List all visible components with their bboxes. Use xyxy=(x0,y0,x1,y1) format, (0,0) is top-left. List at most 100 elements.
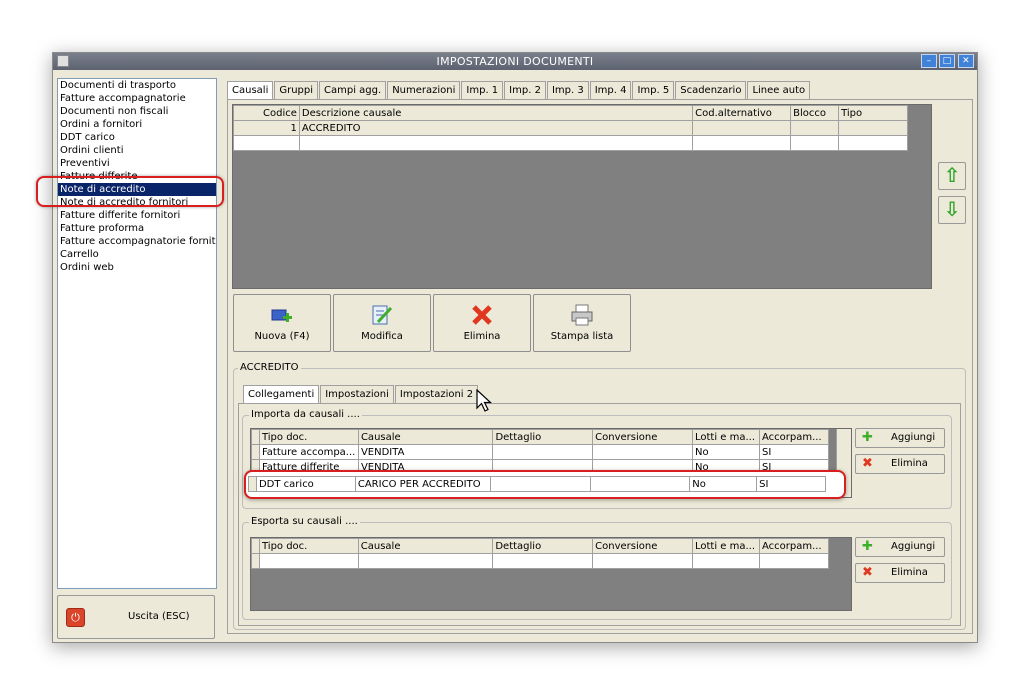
list-item[interactable]: Ordini web xyxy=(58,261,216,274)
list-item[interactable]: Fatture proforma xyxy=(58,222,216,235)
col-header[interactable]: Accorpam... xyxy=(758,538,830,554)
import-group-title: Importa da causali .... xyxy=(249,409,362,420)
col-header[interactable]: Dettaglio xyxy=(492,429,594,445)
tab-causali[interactable]: Causali xyxy=(227,81,274,101)
document-type-list[interactable]: Documenti di trasporto Fatture accompagn… xyxy=(57,78,217,589)
maximize-button[interactable]: □ xyxy=(939,54,955,68)
exit-label: Uscita (ESC) xyxy=(128,611,190,622)
remove-label: Elimina xyxy=(891,458,928,469)
delete-button[interactable]: Elimina xyxy=(433,294,531,352)
col-header[interactable]: Conversione xyxy=(592,538,693,554)
move-down-button[interactable]: ⇩ xyxy=(938,196,966,224)
list-item[interactable]: Fatture accompagnatorie xyxy=(58,92,216,105)
col-header[interactable]: Conversione xyxy=(592,429,693,445)
import-remove-button[interactable]: ✖ Elimina xyxy=(855,454,945,474)
cell xyxy=(592,444,693,460)
tab-imp-1[interactable]: Imp. 1 xyxy=(461,81,504,99)
print-label: Stampa lista xyxy=(550,331,614,342)
list-item[interactable]: Fatture accompagnatorie fornito xyxy=(58,235,216,248)
col-header[interactable]: Dettaglio xyxy=(492,538,594,554)
cell xyxy=(592,553,693,569)
row-indicator xyxy=(251,538,260,554)
export-table: Tipo doc. Causale Dettaglio Conversione … xyxy=(251,538,830,569)
col-header[interactable]: Tipo xyxy=(838,105,908,121)
tab-collegamenti[interactable]: Collegamenti xyxy=(243,385,320,405)
table-row-empty[interactable] xyxy=(251,553,830,569)
new-button[interactable]: Nuova (F4) xyxy=(233,294,331,352)
export-grid[interactable]: Tipo doc. Causale Dettaglio Conversione … xyxy=(250,537,852,611)
highlight-selected-type xyxy=(36,176,224,207)
col-header[interactable]: Cod.alternativo xyxy=(692,105,792,121)
highlight-ddt-carico-row[interactable]: DDT carico CARICO PER ACCREDITO No SI xyxy=(244,470,846,499)
tab-linee-auto[interactable]: Linee auto xyxy=(747,81,811,99)
tab-campi-agg[interactable]: Campi agg. xyxy=(319,81,387,99)
col-header[interactable]: Tipo doc. xyxy=(258,538,359,554)
tab-imp-5[interactable]: Imp. 5 xyxy=(632,81,675,99)
tab-impostazioni[interactable]: Impostazioni xyxy=(320,385,394,403)
col-header[interactable]: Descrizione causale xyxy=(298,105,694,121)
tab-imp-2[interactable]: Imp. 2 xyxy=(504,81,546,99)
cell: SI xyxy=(756,476,826,492)
col-header[interactable]: Lotti e ma... xyxy=(691,429,760,445)
list-item[interactable]: Ordini a fornitori xyxy=(58,118,216,131)
plus-icon: ✚ xyxy=(862,539,873,554)
exit-button[interactable]: ⏻ Uscita (ESC) xyxy=(57,595,215,639)
edit-button[interactable]: Modifica xyxy=(333,294,431,352)
tab-imp-3[interactable]: Imp. 3 xyxy=(546,81,589,99)
tab-imp-4[interactable]: Imp. 4 xyxy=(589,81,632,99)
move-up-button[interactable]: ⇧ xyxy=(938,162,966,190)
close-button[interactable]: ✕ xyxy=(958,54,974,68)
tab-numerazioni[interactable]: Numerazioni xyxy=(387,81,461,99)
row-indicator xyxy=(248,476,257,492)
new-label: Nuova (F4) xyxy=(254,331,310,342)
cell xyxy=(790,135,840,151)
list-item[interactable]: Preventivi xyxy=(58,157,216,170)
col-header[interactable]: Codice xyxy=(233,105,300,121)
row-indicator xyxy=(251,429,260,445)
causali-grid[interactable]: Codice Descrizione causale Cod.alternati… xyxy=(232,104,932,289)
row-indicator xyxy=(251,444,260,460)
tab-impostazioni-2[interactable]: Impostazioni 2 xyxy=(394,385,479,403)
export-remove-button[interactable]: ✖ Elimina xyxy=(855,563,945,583)
new-doc-icon xyxy=(271,309,292,322)
tab-scadenzario[interactable]: Scadenzario xyxy=(675,81,747,99)
list-item[interactable]: Fatture differite fornitori xyxy=(58,209,216,222)
row-indicator xyxy=(251,553,260,569)
import-add-button[interactable]: ✚ Aggiungi xyxy=(855,428,945,448)
cell: No xyxy=(691,444,760,460)
list-item[interactable]: Documenti di trasporto xyxy=(58,79,216,92)
remove-label: Elimina xyxy=(891,567,928,578)
cell: CARICO PER ACCREDITO xyxy=(354,476,491,492)
col-header[interactable]: Causale xyxy=(357,429,494,445)
list-item[interactable]: Ordini clienti xyxy=(58,144,216,157)
delete-icon: ✖ xyxy=(862,456,873,471)
table-row-highlighted[interactable]: DDT carico CARICO PER ACCREDITO No SI xyxy=(248,476,826,492)
table-row-empty[interactable] xyxy=(233,135,908,151)
list-item[interactable]: Carrello xyxy=(58,248,216,261)
col-header[interactable]: Lotti e ma... xyxy=(691,538,760,554)
col-header[interactable]: Tipo doc. xyxy=(258,429,359,445)
cell xyxy=(838,120,908,136)
list-item[interactable]: Documenti non fiscali xyxy=(58,105,216,118)
plus-icon: ✚ xyxy=(862,430,873,445)
minimize-button[interactable]: – xyxy=(921,54,937,68)
main-tabs: Causali Gruppi Campi agg. Numerazioni Im… xyxy=(227,81,811,101)
cell xyxy=(838,135,908,151)
cell: Fatture accompa... xyxy=(258,444,359,460)
col-header[interactable]: Blocco xyxy=(790,105,840,121)
cell xyxy=(691,553,760,569)
col-header[interactable]: Accorpam... xyxy=(758,429,830,445)
table-row[interactable]: 1 ACCREDITO xyxy=(233,120,908,136)
list-item[interactable]: DDT carico xyxy=(58,131,216,144)
power-icon: ⏻ xyxy=(66,608,85,627)
printer-icon xyxy=(571,304,593,326)
cell xyxy=(357,553,494,569)
cell xyxy=(489,476,591,492)
export-add-button[interactable]: ✚ Aggiungi xyxy=(855,537,945,557)
col-header[interactable]: Causale xyxy=(357,538,494,554)
print-list-button[interactable]: Stampa lista xyxy=(533,294,631,352)
table-row[interactable]: Fatture accompa... VENDITA No SI xyxy=(251,444,830,460)
highlighted-row-table: DDT carico CARICO PER ACCREDITO No SI xyxy=(248,476,826,492)
app-icon xyxy=(57,55,69,67)
tab-gruppi[interactable]: Gruppi xyxy=(274,81,319,99)
